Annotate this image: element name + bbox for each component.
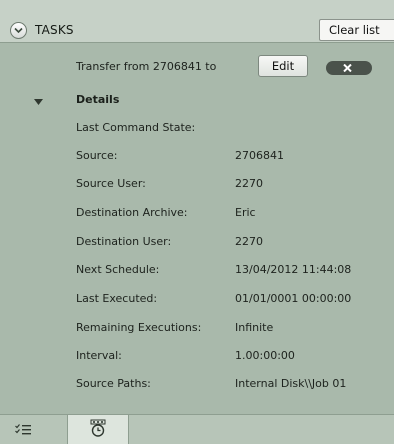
details-heading: Details — [76, 93, 120, 106]
task-name: Transfer from 2706841 to — [76, 60, 217, 73]
field-value: 13/04/2012 11:44:08 — [235, 263, 352, 276]
field-label: Remaining Executions: — [76, 321, 202, 334]
field-label: Destination Archive: — [76, 206, 188, 219]
detail-row-next-schedule: Next Schedule: 13/04/2012 11:44:08 — [0, 263, 394, 281]
field-label: Last Command State: — [76, 121, 196, 134]
field-label: Next Schedule: — [76, 263, 160, 276]
cancel-task-button[interactable] — [326, 61, 372, 75]
panel-title: TASKS — [35, 23, 74, 37]
field-value: 2706841 — [235, 149, 284, 162]
field-label: Last Executed: — [76, 292, 158, 305]
detail-row-remaining-executions: Remaining Executions: Infinite — [0, 321, 394, 339]
field-label: Source: — [76, 149, 118, 162]
field-value: Eric — [235, 206, 256, 219]
calendar-clock-icon — [90, 419, 106, 437]
clear-list-button[interactable]: Clear list — [319, 19, 394, 41]
field-label: Source User: — [76, 177, 146, 190]
footer-tab-bar — [0, 414, 394, 444]
detail-row-destination-user: Destination User: 2270 — [0, 235, 394, 253]
task-item: Transfer from 2706841 to Edit Details La… — [0, 43, 394, 415]
tab-schedule[interactable] — [67, 415, 129, 444]
detail-row-last-command-state: Last Command State: — [0, 121, 394, 139]
tab-task-list[interactable] — [0, 415, 44, 444]
field-label: Source Paths: — [76, 377, 151, 390]
detail-row-source-paths: Source Paths: Internal Disk\\Job 01 — [0, 377, 394, 395]
detail-row-source: Source: 2706841 — [0, 149, 394, 167]
chevron-down-icon — [14, 27, 23, 34]
field-label: Interval: — [76, 349, 122, 362]
field-value: Infinite — [235, 321, 274, 334]
close-icon — [343, 64, 352, 72]
expand-triangle-icon[interactable] — [34, 99, 43, 105]
field-value: 2270 — [235, 235, 263, 248]
field-value: 01/01/0001 00:00:00 — [235, 292, 352, 305]
field-label: Destination User: — [76, 235, 172, 248]
tasks-header: TASKS Clear list — [0, 0, 394, 43]
detail-row-interval: Interval: 1.00:00:00 — [0, 349, 394, 367]
detail-row-destination-archive: Destination Archive: Eric — [0, 206, 394, 224]
field-value: 1.00:00:00 — [235, 349, 295, 362]
task-list-icon — [15, 424, 31, 435]
detail-row-source-user: Source User: 2270 — [0, 177, 394, 195]
field-value: 2270 — [235, 177, 263, 190]
field-value: Internal Disk\\Job 01 — [235, 377, 347, 390]
detail-row-last-executed: Last Executed: 01/01/0001 00:00:00 — [0, 292, 394, 310]
collapse-button[interactable] — [10, 22, 27, 39]
edit-button[interactable]: Edit — [258, 55, 308, 77]
